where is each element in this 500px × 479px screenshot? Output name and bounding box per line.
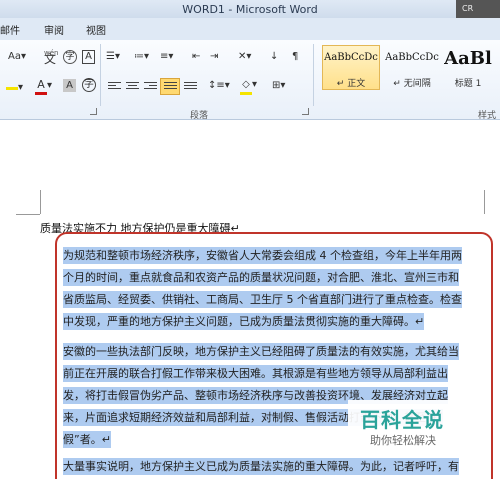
- crop-mark: [16, 214, 40, 215]
- style-sample: AaBbCcDc: [324, 52, 378, 63]
- bullets-icon: ☰: [106, 51, 115, 62]
- crop-mark: [484, 190, 485, 214]
- style-sample: AaBbCcDc: [385, 52, 439, 63]
- font-dialog-launcher[interactable]: [90, 108, 97, 115]
- align-left-button[interactable]: [108, 82, 121, 92]
- paragraph-dialog-launcher[interactable]: [302, 108, 309, 115]
- style-sample: AaBl: [444, 48, 492, 69]
- watermark-brand: 百科全说: [360, 408, 444, 432]
- tab-view[interactable]: 视图: [86, 22, 106, 37]
- paragraph-group-label: 段落: [190, 111, 209, 121]
- style-name: ↵ 无间隔: [393, 79, 431, 89]
- ribbon-tabs: 邮件 审阅 视图: [0, 18, 500, 40]
- multilevel-list-button[interactable]: ≡▾: [160, 50, 173, 64]
- chinese-layout-icon: ✕: [238, 51, 247, 62]
- increase-indent-icon: ⇥: [210, 51, 219, 62]
- char-border-label: A: [85, 51, 92, 62]
- numbering-icon: ≔: [134, 51, 144, 62]
- char-shading-button[interactable]: A: [63, 79, 76, 92]
- decrease-indent-button[interactable]: ⇤: [192, 50, 200, 64]
- style-no-spacing[interactable]: AaBbCcDc ↵ 无间隔: [383, 45, 441, 90]
- phonetic-char: 文: [44, 52, 57, 66]
- align-right-button[interactable]: [144, 82, 157, 92]
- change-case-button[interactable]: Aa▾: [8, 50, 26, 64]
- tab-mailings[interactable]: 邮件: [0, 22, 20, 37]
- multilevel-list-icon: ≡: [160, 51, 169, 62]
- corner-label: CR: [462, 4, 474, 13]
- decrease-indent-icon: ⇤: [192, 51, 201, 62]
- line-spacing-icon: ↕≡: [208, 80, 225, 91]
- crop-mark: [40, 190, 41, 214]
- font-color-icon: A: [35, 78, 47, 95]
- window-title: WORD1 - Microsoft Word: [182, 3, 318, 16]
- style-normal[interactable]: AaBbCcDc ↵ 正文: [322, 45, 380, 90]
- separator: [313, 44, 314, 106]
- title-bar: WORD1 - Microsoft Word CR: [0, 0, 500, 22]
- separator: [100, 44, 101, 106]
- show-marks-button[interactable]: ¶: [292, 50, 298, 64]
- chinese-layout-button[interactable]: ✕▾: [238, 50, 251, 64]
- bullets-button[interactable]: ☰▾: [106, 50, 120, 64]
- distributed-button[interactable]: [184, 82, 197, 92]
- sort-icon: ↓: [270, 51, 279, 62]
- highlighter-icon: [6, 80, 18, 90]
- borders-button[interactable]: ⊞▾: [272, 79, 285, 93]
- tab-review[interactable]: 审阅: [44, 22, 64, 37]
- style-name: ↵ 正文: [336, 79, 366, 89]
- styles-group-label: 样式: [478, 111, 497, 121]
- increase-indent-button[interactable]: ⇥: [210, 50, 218, 64]
- numbering-button[interactable]: ≔▾: [134, 50, 149, 64]
- align-center-button[interactable]: [126, 82, 139, 92]
- line-spacing-button[interactable]: ↕≡▾: [208, 79, 230, 93]
- highlight-button[interactable]: ▾: [6, 80, 23, 95]
- watermark-logo: 百科全说 助你轻松解决: [348, 400, 468, 454]
- justify-icon: [164, 82, 177, 92]
- watermark-slogan: 助你轻松解决: [370, 434, 436, 447]
- enclosed-char-button[interactable]: 字: [82, 78, 96, 92]
- change-case-label: Aa: [8, 51, 21, 62]
- char-border-button[interactable]: A: [82, 50, 95, 64]
- paint-bucket-icon: ◇: [240, 78, 252, 95]
- style-heading-1[interactable]: AaBl 标题 1: [443, 45, 493, 90]
- shading-button[interactable]: ◇ ▾: [240, 78, 257, 95]
- ribbon: Aa▾ wén 文 字 A ▾ A ▾ A 字 ☰▾ ≔▾ ≡▾ ⇤ ⇥ ✕▾ ↓…: [0, 40, 500, 121]
- enclose-char-button[interactable]: 字: [63, 50, 77, 64]
- sort-button[interactable]: ↓: [270, 50, 278, 64]
- justify-button[interactable]: [160, 78, 180, 95]
- style-name: 标题 1: [454, 79, 482, 89]
- font-color-button[interactable]: A ▾: [35, 78, 52, 95]
- borders-icon: ⊞: [272, 80, 281, 91]
- pilcrow-icon: ¶: [292, 51, 299, 62]
